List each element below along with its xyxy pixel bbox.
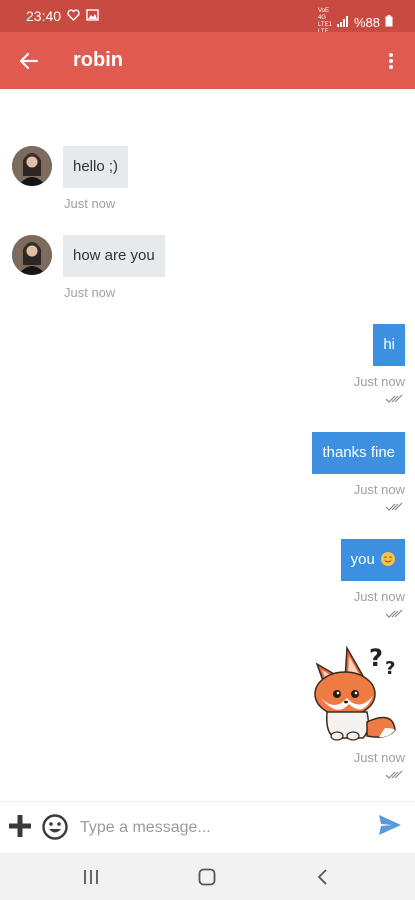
double-check-icon (385, 770, 403, 779)
fox-sticker-icon: ? ? (314, 644, 396, 741)
back-nav-button[interactable] (311, 865, 335, 889)
message-input[interactable] (80, 810, 365, 846)
send-icon (379, 815, 401, 835)
emoji-button[interactable] (41, 813, 69, 841)
message-time: Just now (353, 374, 405, 389)
chevron-left-icon (317, 869, 327, 885)
double-check-icon (385, 394, 403, 403)
double-check-icon (385, 502, 403, 511)
network-top: VoE 4G (317, 8, 329, 21)
message-bubble-outgoing[interactable]: thanks fine (312, 432, 405, 474)
avatar[interactable] (12, 235, 52, 275)
message-text: you (350, 551, 375, 568)
message-time: Just now (64, 196, 116, 211)
fox-sticker[interactable]: ? ? (307, 640, 407, 742)
chat-title: robin (73, 49, 123, 71)
smiling-face-icon (381, 552, 395, 566)
message-composer (0, 801, 415, 853)
heart-icon (67, 8, 80, 24)
send-button[interactable] (377, 813, 405, 841)
status-time: 23:40 (26, 8, 62, 24)
system-nav-bar (0, 853, 415, 900)
signal-icon (336, 15, 349, 30)
message-bubble-incoming[interactable]: hello ;) (63, 146, 129, 188)
message-bubble-incoming[interactable]: how are you (63, 235, 165, 277)
status-bar: 23:40 VoE 4G LTE1 LTE %88 (0, 0, 415, 35)
battery-icon (385, 14, 393, 30)
svg-text:?: ? (369, 644, 383, 672)
message-bubble-outgoing[interactable]: hi (373, 324, 405, 366)
back-button[interactable] (14, 46, 44, 76)
message-time: Just now (353, 750, 405, 765)
recent-apps-icon (84, 870, 98, 884)
svg-text:?: ? (385, 658, 395, 679)
double-check-icon (385, 609, 403, 618)
app-bar: robin (0, 32, 415, 89)
recent-apps-button[interactable] (79, 865, 103, 889)
message-list[interactable]: hello ;) Just now how are you Just now h… (0, 89, 415, 801)
avatar[interactable] (12, 146, 52, 186)
message-time: Just now (64, 285, 116, 300)
message-bubble-outgoing[interactable]: you (340, 539, 405, 581)
overflow-menu-button[interactable] (379, 46, 403, 76)
arrow-left-icon (19, 52, 39, 70)
gallery-icon (86, 8, 99, 24)
home-icon (198, 868, 216, 886)
attach-button[interactable] (6, 812, 34, 840)
message-time: Just now (353, 589, 405, 604)
battery-level: %88 (353, 14, 380, 30)
emoji-icon (42, 814, 68, 840)
status-left: 23:40 (26, 8, 99, 24)
kebab-menu-icon (389, 53, 393, 69)
message-time: Just now (353, 482, 405, 497)
plus-icon (9, 815, 31, 837)
home-button[interactable] (195, 865, 219, 889)
